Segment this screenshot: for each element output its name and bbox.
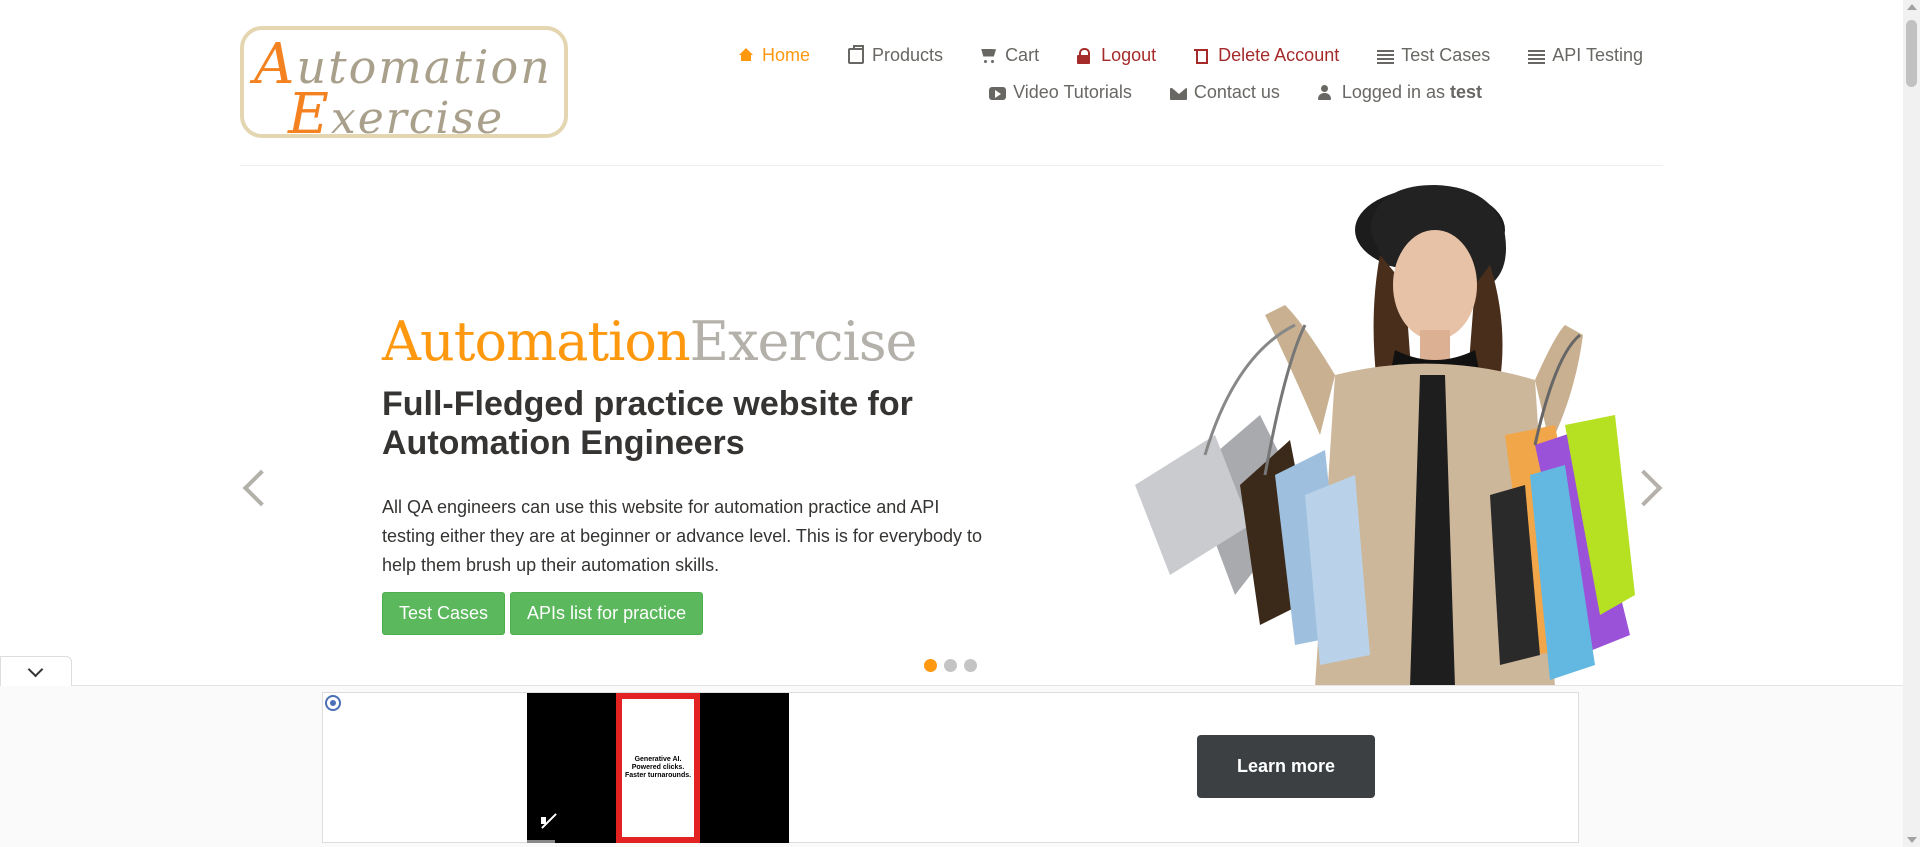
page-scrollbar[interactable] — [1903, 0, 1920, 847]
nav-row-1: Home Products Cart Logout Delete Account… — [739, 37, 1643, 74]
ad-banner[interactable]: Generative AI. Powered clicks. Faster tu… — [322, 692, 1579, 843]
learn-more-button[interactable]: Learn more — [1197, 735, 1375, 798]
slider-description: All QA engineers can use this website fo… — [382, 497, 983, 575]
list-icon — [1377, 48, 1395, 64]
youtube-icon — [989, 85, 1007, 101]
slider-dot-1[interactable] — [924, 659, 937, 672]
slider-dot-2[interactable] — [944, 659, 957, 672]
hero-shopping-woman-image — [1035, 175, 1635, 687]
scroll-down-arrow-icon[interactable] — [1907, 837, 1917, 843]
nav-delete-account[interactable]: Delete Account — [1194, 45, 1339, 66]
logo-text-2: xercise — [330, 93, 505, 144]
site-header: Automation Exercise Home Products Cart L… — [0, 0, 1903, 166]
slider-headline: Full-Fledged practice website for Automa… — [382, 385, 913, 462]
list-icon — [1528, 48, 1546, 64]
test-cases-button[interactable]: Test Cases — [382, 592, 506, 635]
logged-in-username: test — [1449, 82, 1482, 102]
nav-cart[interactable]: Cart — [981, 45, 1039, 66]
slider-buttons: Test Cases APIs list for practice — [382, 592, 704, 635]
slider-dot-3[interactable] — [964, 659, 977, 672]
nav-home[interactable]: Home — [738, 45, 810, 66]
nav-row-2: Video Tutorials Contact us Logged in as t… — [743, 74, 1482, 111]
scrollbar-thumb[interactable] — [1906, 20, 1917, 87]
lock-icon — [1077, 47, 1093, 64]
mute-icon[interactable] — [539, 811, 559, 831]
hero-slider: AutomationExercise Full-Fledged practice… — [240, 167, 1663, 687]
ad-video-progress — [527, 840, 555, 843]
slider-prev-arrow[interactable] — [240, 467, 260, 507]
scroll-up-arrow-icon[interactable] — [1907, 4, 1917, 10]
cart-icon — [981, 48, 997, 64]
nav-products[interactable]: Products — [848, 44, 943, 66]
slider-brand-title: AutomationExercise — [382, 310, 917, 373]
briefcase-icon — [848, 44, 865, 64]
header-divider — [240, 165, 1663, 166]
hero-illustration — [1135, 185, 1635, 687]
nav-test-cases[interactable]: Test Cases — [1377, 45, 1490, 66]
ad-video-text: Generative AI. Powered clicks. Faster tu… — [624, 756, 692, 779]
logo-cap-e: E — [288, 82, 331, 147]
slider-next-arrow[interactable] — [1637, 467, 1657, 507]
nav-api-testing[interactable]: API Testing — [1528, 45, 1643, 66]
slider-indicators — [924, 659, 977, 672]
site-logo[interactable]: Automation Exercise — [240, 26, 568, 147]
nav-contact-us[interactable]: Contact us — [1169, 82, 1280, 103]
nav-video-tutorials[interactable]: Video Tutorials — [989, 82, 1132, 103]
home-icon — [738, 47, 754, 64]
user-icon — [1317, 84, 1334, 101]
envelope-icon — [1169, 85, 1187, 101]
trash-icon — [1194, 48, 1210, 64]
main-nav: Home Products Cart Logout Delete Account… — [739, 37, 1643, 111]
nav-logged-in-as[interactable]: Logged in as test — [1317, 82, 1482, 103]
ad-choices-icon[interactable] — [325, 695, 341, 711]
ad-collapse-toggle[interactable] — [0, 656, 72, 686]
ad-video[interactable]: Generative AI. Powered clicks. Faster tu… — [527, 693, 789, 843]
apis-list-button[interactable]: APIs list for practice — [510, 592, 704, 635]
nav-logout[interactable]: Logout — [1077, 45, 1156, 66]
ad-video-frame: Generative AI. Powered clicks. Faster tu… — [616, 693, 700, 843]
